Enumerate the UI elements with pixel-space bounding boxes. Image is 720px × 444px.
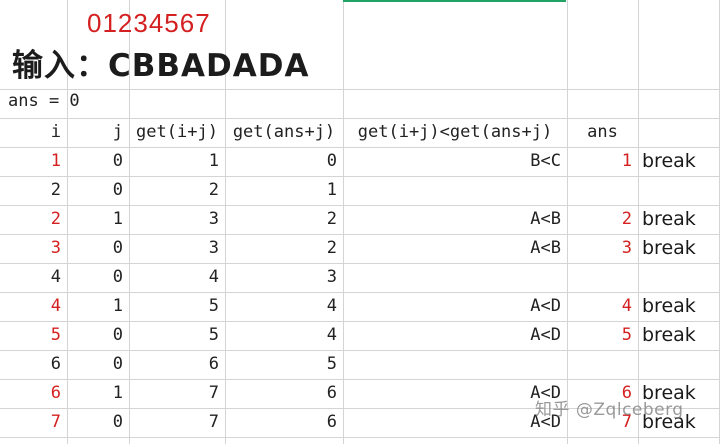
cell-action[interactable]: break bbox=[638, 321, 720, 350]
cell-action[interactable]: break bbox=[638, 234, 720, 263]
cell-compare[interactable]: A<B bbox=[343, 205, 567, 234]
cell-j[interactable]: 0 bbox=[67, 350, 129, 379]
cell-j[interactable]: 1 bbox=[67, 292, 129, 321]
cell-get-ansj[interactable]: 4 bbox=[225, 321, 343, 350]
cell-compare[interactable] bbox=[343, 350, 567, 379]
cell-j[interactable]: 0 bbox=[67, 321, 129, 350]
col-header-ans[interactable]: ans bbox=[567, 118, 638, 147]
cell-j[interactable]: 0 bbox=[67, 263, 129, 292]
cell-get-ij[interactable]: 6 bbox=[129, 350, 225, 379]
cell-get-ij[interactable]: 7 bbox=[129, 379, 225, 408]
cell-i[interactable]: 2 bbox=[0, 205, 67, 234]
cell-j[interactable]: 0 bbox=[67, 234, 129, 263]
cell-compare[interactable] bbox=[343, 263, 567, 292]
cell-get-ansj[interactable]: 0 bbox=[225, 147, 343, 176]
col-header-get-ansj[interactable]: get(ans+j) bbox=[225, 118, 343, 147]
cell-ans[interactable] bbox=[567, 176, 638, 205]
cell-get-ansj[interactable]: 2 bbox=[225, 205, 343, 234]
cell-action[interactable]: break bbox=[638, 147, 720, 176]
cell-action[interactable]: break bbox=[638, 292, 720, 321]
cell-ans[interactable]: 4 bbox=[567, 292, 638, 321]
cell-i[interactable]: 1 bbox=[0, 147, 67, 176]
cell-get-ij[interactable]: 7 bbox=[129, 408, 225, 437]
input-string: 输入：CBBADADA bbox=[12, 48, 310, 84]
col-header-j[interactable]: j bbox=[67, 118, 129, 147]
cell-i[interactable]: 6 bbox=[0, 379, 67, 408]
col-header-i[interactable]: i bbox=[0, 118, 67, 147]
watermark: 知乎 @Zqlceberg bbox=[535, 400, 684, 420]
cell-ans[interactable]: 5 bbox=[567, 321, 638, 350]
cell-i[interactable]: 4 bbox=[0, 292, 67, 321]
cell-i[interactable]: 6 bbox=[0, 350, 67, 379]
cell-get-ansj[interactable]: 1 bbox=[225, 176, 343, 205]
cell-j[interactable]: 1 bbox=[67, 379, 129, 408]
cell-compare[interactable]: A<D bbox=[343, 408, 567, 437]
cell-get-ij[interactable]: 4 bbox=[129, 263, 225, 292]
cell-get-ansj[interactable]: 5 bbox=[225, 350, 343, 379]
selected-cell-border bbox=[343, 0, 566, 2]
cell-compare[interactable]: B<C bbox=[343, 147, 567, 176]
cell-i[interactable]: 3 bbox=[0, 234, 67, 263]
cell-get-ansj[interactable]: 3 bbox=[225, 263, 343, 292]
cell-compare[interactable]: A<D bbox=[343, 292, 567, 321]
cell-ans[interactable] bbox=[567, 350, 638, 379]
cell-get-ij[interactable]: 1 bbox=[129, 147, 225, 176]
cell-get-ansj[interactable]: 6 bbox=[225, 379, 343, 408]
cell-ans[interactable]: 3 bbox=[567, 234, 638, 263]
cell-action[interactable] bbox=[638, 176, 720, 205]
cell-get-ij[interactable]: 2 bbox=[129, 176, 225, 205]
col-header-compare[interactable]: get(i+j)<get(ans+j) bbox=[343, 118, 567, 147]
cell-get-ansj[interactable]: 4 bbox=[225, 292, 343, 321]
ans-init: ans = 0 bbox=[8, 91, 80, 111]
cell-get-ij[interactable]: 3 bbox=[129, 205, 225, 234]
cell-get-ansj[interactable]: 6 bbox=[225, 408, 343, 437]
cell-compare[interactable]: A<D bbox=[343, 379, 567, 408]
cell-action[interactable] bbox=[638, 350, 720, 379]
cell-j[interactable]: 1 bbox=[67, 205, 129, 234]
cell-compare[interactable]: A<B bbox=[343, 234, 567, 263]
col-header-get-ij[interactable]: get(i+j) bbox=[129, 118, 225, 147]
cell-get-ansj[interactable]: 2 bbox=[225, 234, 343, 263]
cell-i[interactable]: 7 bbox=[0, 408, 67, 437]
cell-i[interactable]: 4 bbox=[0, 263, 67, 292]
index-digits: 01234567 bbox=[87, 8, 211, 38]
cell-get-ij[interactable]: 3 bbox=[129, 234, 225, 263]
cell-compare[interactable] bbox=[343, 176, 567, 205]
cell-ans[interactable]: 2 bbox=[567, 205, 638, 234]
cell-ans[interactable]: 1 bbox=[567, 147, 638, 176]
cell-j[interactable]: 0 bbox=[67, 408, 129, 437]
cell-get-ij[interactable]: 5 bbox=[129, 321, 225, 350]
cell-action[interactable] bbox=[638, 263, 720, 292]
cell-action[interactable]: break bbox=[638, 205, 720, 234]
cell-compare[interactable]: A<D bbox=[343, 321, 567, 350]
cell-get-ij[interactable]: 5 bbox=[129, 292, 225, 321]
cell-j[interactable]: 0 bbox=[67, 176, 129, 205]
cell-j[interactable]: 0 bbox=[67, 147, 129, 176]
cell-i[interactable]: 2 bbox=[0, 176, 67, 205]
cell-i[interactable]: 5 bbox=[0, 321, 67, 350]
cell-ans[interactable] bbox=[567, 263, 638, 292]
